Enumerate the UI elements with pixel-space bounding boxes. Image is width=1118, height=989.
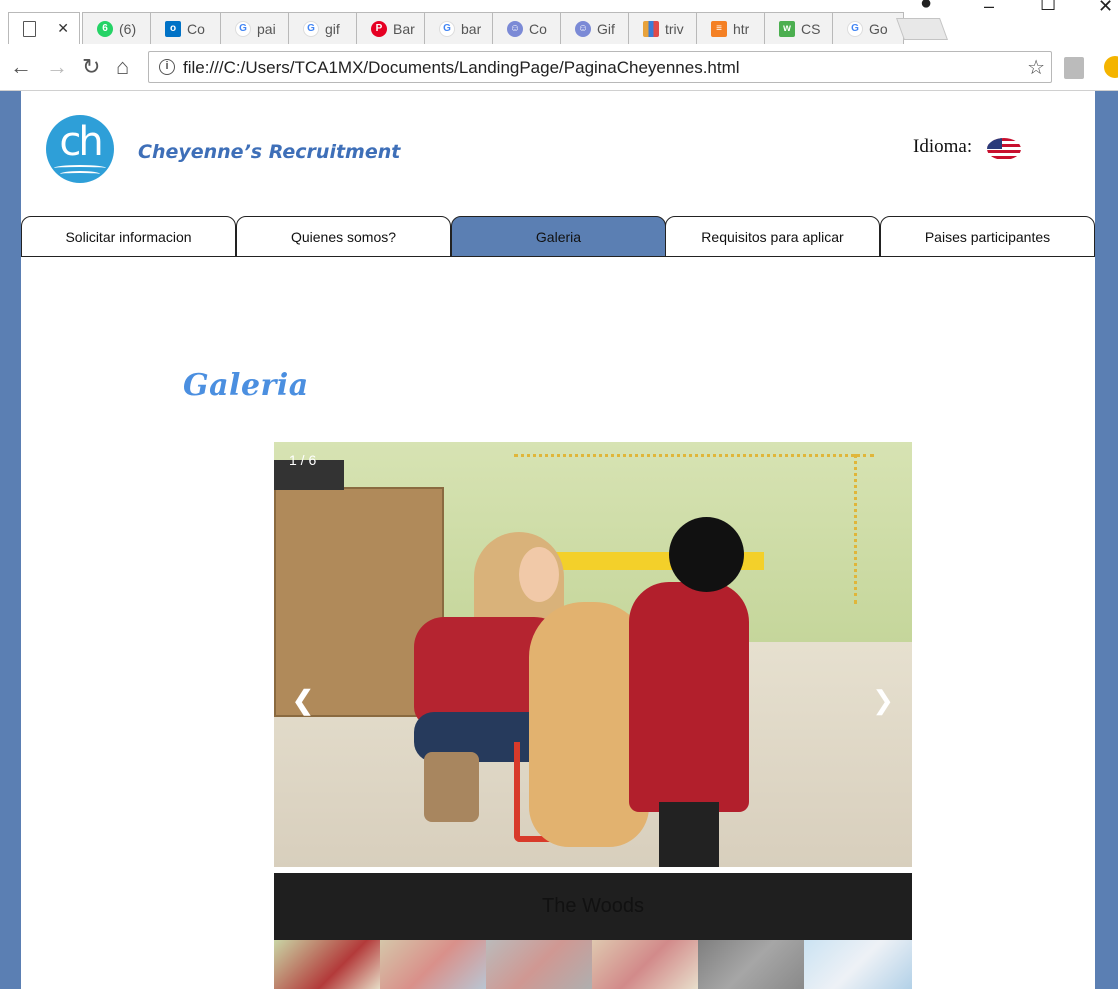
browser-tab[interactable]: ✕ [8,12,80,44]
chart-icon [643,20,659,37]
bookmark-star-icon[interactable]: ☆ [1027,55,1045,80]
whatsapp-icon: 6 [97,20,113,37]
slide-caption: The Woods [542,895,644,917]
language-label: Idioma: [913,136,973,157]
nav-tab-requisitos[interactable]: Requisitos para aplicar [665,216,880,257]
maximize-icon[interactable]: ☐ [1040,0,1056,15]
flag-canton [987,138,1002,149]
thumbnail-6[interactable] [804,940,912,989]
girl-body [629,582,749,812]
browser-toolbar: ← → ↻ ⌂ i file:///C:/Users/TCA1MX/Docume… [0,45,1118,91]
nav-tab-paises[interactable]: Paises participantes [880,216,1095,257]
girl-head [669,517,744,592]
browser-tab[interactable]: o Co [150,12,222,44]
page-icon [23,20,36,37]
caption-bar: The Woods [274,873,912,940]
slideshow-image: 1 / 6 ❮ ❯ [274,442,912,867]
thumbnail-2[interactable] [380,940,486,989]
nav-tab-quienes-somos[interactable]: Quienes somos? [236,216,451,257]
close-window-icon[interactable]: ✕ [1098,0,1113,17]
pdf-extension-icon[interactable] [1064,57,1084,79]
w3-icon: w [779,20,795,37]
thumbnail-strip [274,940,912,989]
logo[interactable]: ch [46,115,114,183]
browser-tab[interactable]: P Bar [356,12,428,44]
garland [514,454,874,457]
browser-tab[interactable]: ☺ Co [492,12,564,44]
brand-name: Cheyenne’s Recruitment [138,141,401,163]
thumbnail-1[interactable] [274,940,380,989]
browser-tab[interactable]: G Go [832,12,904,44]
woman-boot [424,752,479,822]
google-icon: G [439,20,455,37]
new-tab-button[interactable] [895,18,949,40]
gallery-title: Galeria [183,368,309,403]
woman-face [519,547,559,602]
info-icon[interactable]: i [159,59,175,75]
browser-tab[interactable]: w CS [764,12,836,44]
outlook-icon: o [165,20,181,37]
tab-strip: ✕ 6 (6) o Co G pai G gif P Bar G bar ☺ C… [0,0,1118,45]
forward-icon[interactable]: → [46,55,68,79]
thumbnail-5[interactable] [698,940,804,989]
girl-legs [659,802,719,867]
close-tab-icon[interactable]: ✕ [57,20,69,37]
home-icon[interactable]: ⌂ [116,55,129,79]
browser-tab[interactable]: triv [628,12,700,44]
nav-tab-galeria[interactable]: Galeria [451,216,666,257]
browser-tab[interactable]: ☺ Gif [560,12,632,44]
profile-icon[interactable]: ● [920,0,932,15]
google-icon: G [235,20,251,37]
slide-counter: 1 / 6 [289,452,317,468]
back-icon[interactable]: ← [10,55,32,79]
address-bar[interactable]: i file:///C:/Users/TCA1MX/Documents/Land… [148,51,1052,83]
browser-tab[interactable]: G pai [220,12,292,44]
us-flag-icon[interactable] [987,138,1021,160]
browser-tab[interactable]: 6 (6) [82,12,152,44]
app-icon: ☺ [507,20,523,37]
reload-icon[interactable]: ↻ [82,55,100,79]
minimize-icon[interactable]: – [984,0,994,17]
browser-tab[interactable]: ≡ htr [696,12,768,44]
pinterest-icon: P [371,20,387,37]
prev-slide-button[interactable]: ❮ [292,687,314,713]
google-icon: G [303,20,319,37]
stackoverflow-icon: ≡ [711,20,727,37]
garland [854,454,857,604]
next-slide-button[interactable]: ❯ [872,687,894,713]
thumbnail-3[interactable] [486,940,592,989]
logo-text: ch [59,119,103,165]
logo-wave [60,171,100,177]
browser-tab[interactable]: G gif [288,12,360,44]
nav-tab-solicitar-informacion[interactable]: Solicitar informacion [21,216,236,257]
google-icon: G [847,20,863,37]
app-icon: ☺ [575,20,591,37]
browser-tab[interactable]: G bar [424,12,496,44]
extension-icon[interactable] [1104,56,1118,78]
url-text[interactable]: file:///C:/Users/TCA1MX/Documents/Landin… [183,58,740,78]
main-nav: Solicitar informacion Quienes somos? Gal… [21,216,1095,257]
thumbnail-4[interactable] [592,940,698,989]
